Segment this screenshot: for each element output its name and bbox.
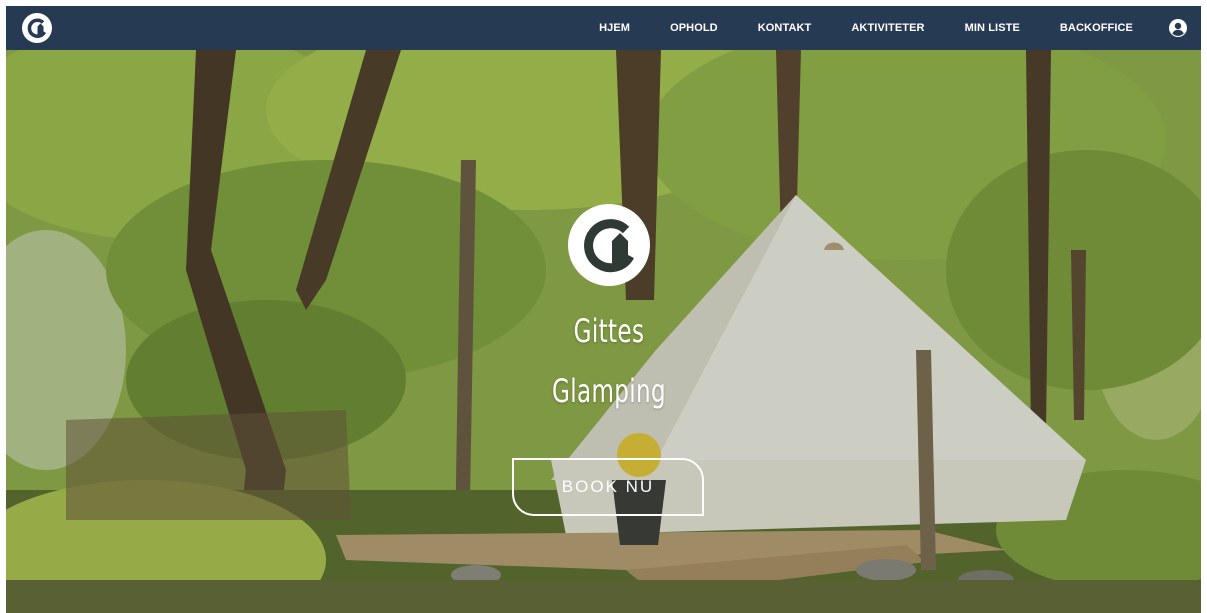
top-navigation: HJEM OPHOLD KONTAKT AKTIVITETER MIN LIST… (6, 6, 1201, 50)
hero-section: Gittes Glamping BOOK NU (6, 50, 1201, 613)
hero-title-line2: Glamping (552, 372, 666, 410)
book-now-button[interactable]: BOOK NU (512, 458, 704, 516)
nav-item-backoffice[interactable]: BACKOFFICE (1040, 6, 1153, 50)
nav-item-kontakt[interactable]: KONTAKT (738, 6, 832, 50)
user-account-icon[interactable] (1169, 19, 1187, 37)
gittes-logo-icon[interactable] (22, 13, 52, 43)
nav-item-aktiviteter[interactable]: AKTIVITETER (831, 6, 944, 50)
hero-title-line1: Gittes (573, 312, 645, 350)
page-frame: HJEM OPHOLD KONTAKT AKTIVITETER MIN LIST… (6, 6, 1201, 613)
gittes-logo-icon (568, 204, 650, 286)
nav-item-hjem[interactable]: HJEM (579, 6, 650, 50)
nav-menu: HJEM OPHOLD KONTAKT AKTIVITETER MIN LIST… (579, 6, 1201, 50)
nav-item-min-liste[interactable]: MIN LISTE (945, 6, 1040, 50)
nav-item-ophold[interactable]: OPHOLD (650, 6, 738, 50)
